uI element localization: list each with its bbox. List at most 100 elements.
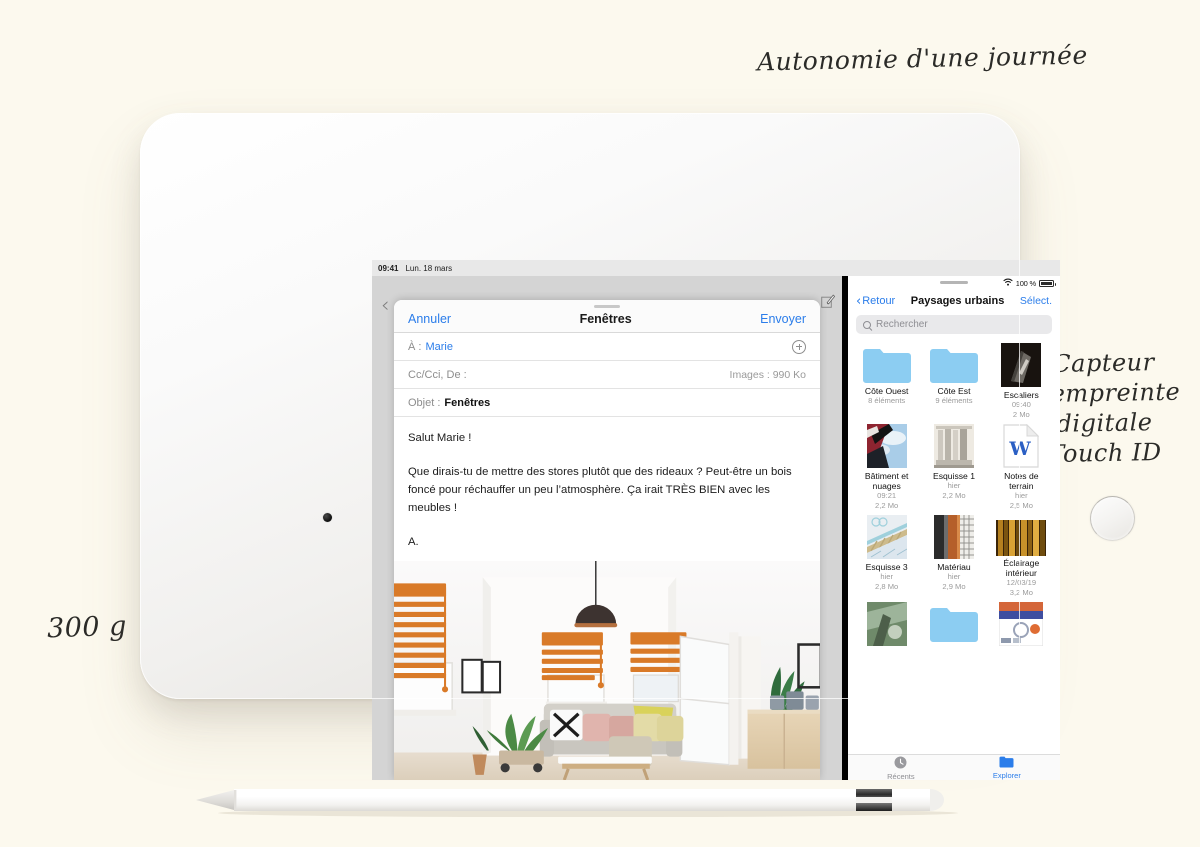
files-navbar: ‹ Retour Paysages urbains Sélect. bbox=[848, 290, 1060, 312]
to-recipient-token[interactable]: Marie bbox=[425, 341, 453, 353]
tab-recents[interactable]: Récents bbox=[887, 756, 915, 781]
select-button[interactable]: Sélect. bbox=[1020, 295, 1052, 307]
file-size: 2,2 Mo bbox=[875, 500, 899, 510]
file-name: Matériau bbox=[937, 562, 971, 572]
back-button-label: Retour bbox=[862, 295, 896, 307]
mail-body-paragraph-3: A. bbox=[408, 536, 419, 548]
folder-icon bbox=[861, 342, 913, 384]
sheet-grabber-handle[interactable] bbox=[594, 305, 620, 308]
file-meta: 12/03/19 bbox=[1006, 578, 1037, 587]
chevron-left-icon: ‹ bbox=[856, 293, 862, 309]
compose-sheet: Annuler Fenêtres Envoyer À : Marie Cc/Cc… bbox=[394, 300, 820, 780]
subject-value[interactable]: Fenêtres bbox=[444, 397, 490, 409]
mail-photo-attachment[interactable] bbox=[394, 561, 820, 780]
file-name: Bâtiment et nuages bbox=[864, 471, 909, 491]
compose-title: Fenêtres bbox=[579, 312, 632, 326]
mail-body-paragraph-1: Salut Marie ! bbox=[408, 432, 472, 444]
search-container: Rechercher bbox=[848, 312, 1060, 340]
list-item[interactable]: Escaliers 09:40 2 Mo bbox=[989, 342, 1054, 419]
file-meta: 09:21 bbox=[877, 491, 897, 500]
file-size: 2,9 Mo bbox=[942, 581, 966, 591]
cc-field-row[interactable]: Cc/Cci, De : Images : 990 Ko bbox=[394, 361, 820, 389]
list-item[interactable]: Éclairage intérieur 12/03/19 3,2 Mo bbox=[989, 514, 1054, 597]
file-meta: 09:40 bbox=[1011, 400, 1031, 409]
list-item[interactable] bbox=[854, 601, 919, 649]
file-name: Escaliers bbox=[1003, 390, 1039, 400]
list-item[interactable]: Esquisse 3 hier 2,8 Mo bbox=[854, 514, 919, 597]
attachment-size-label: Images : 990 Ko bbox=[729, 368, 806, 381]
word-document-icon: W bbox=[995, 423, 1047, 469]
list-item[interactable]: Côte Ouest 8 éléments bbox=[854, 342, 919, 419]
photo-thumbnail-stairs bbox=[995, 342, 1047, 388]
list-item[interactable]: Matériau hier 2,9 Mo bbox=[921, 514, 986, 597]
file-name: Côte Ouest bbox=[864, 386, 909, 396]
tab-recents-label: Récents bbox=[887, 771, 915, 781]
battery-percent-label: 100 % bbox=[1015, 278, 1036, 288]
list-item[interactable]: W Notes de terrain hier 2,5 Mo bbox=[989, 423, 1054, 510]
tab-browse[interactable]: Explorer bbox=[993, 756, 1021, 780]
mail-body-text[interactable]: Salut Marie ! Que dirais-tu de mettre de… bbox=[394, 417, 820, 561]
annotation-weight: 300 g bbox=[46, 610, 128, 645]
recipient-field-row[interactable]: À : Marie bbox=[394, 333, 820, 361]
photo-thumbnail-sketch3 bbox=[861, 514, 913, 560]
cancel-button[interactable]: Annuler bbox=[408, 312, 451, 326]
file-meta: hier bbox=[947, 572, 961, 581]
file-meta: hier bbox=[880, 572, 893, 581]
tab-browse-label: Explorer bbox=[992, 771, 1021, 780]
status-bar: 09:41 Lun. 18 mars bbox=[372, 260, 1060, 276]
stylus-pencil bbox=[188, 783, 980, 817]
file-meta: 9 éléments bbox=[935, 396, 973, 405]
files-app-pane: 100 % ‹ Retour Paysages urbains Sélect. … bbox=[848, 276, 1060, 780]
file-name: Côte Est bbox=[937, 386, 971, 396]
files-status-bar: 100 % bbox=[848, 276, 1060, 290]
clock-icon bbox=[894, 756, 907, 771]
folder-icon bbox=[999, 756, 1014, 770]
tablet-device: 09:41 Lun. 18 mars ‹ Annuler Fenêtres En… bbox=[140, 113, 1135, 780]
mail-app-pane: ‹ Annuler Fenêtres Envoyer À: Marie Cc/… bbox=[372, 276, 842, 780]
list-item[interactable]: Côte Est 9 éléments bbox=[921, 342, 986, 419]
wifi-icon bbox=[1003, 278, 1013, 288]
search-icon bbox=[863, 320, 871, 329]
file-size: 2,5 Mo bbox=[1009, 500, 1033, 510]
list-item[interactable] bbox=[989, 601, 1054, 649]
svg-text:W: W bbox=[1009, 438, 1032, 460]
plus-circle-icon[interactable] bbox=[792, 339, 806, 354]
mail-body-paragraph-2: Que dirais-tu de mettre des stores plutô… bbox=[408, 466, 792, 514]
tablet-screen: 09:41 Lun. 18 mars ‹ Annuler Fenêtres En… bbox=[372, 260, 1060, 780]
search-input[interactable]: Rechercher bbox=[856, 315, 1052, 334]
annotation-battery-life: Autonomie d'une journée bbox=[756, 40, 1088, 77]
mail-back-chevron-icon[interactable]: ‹ bbox=[381, 295, 389, 316]
send-button[interactable]: Envoyer bbox=[760, 312, 806, 326]
status-bar-date: Lun. 18 mars bbox=[405, 263, 453, 273]
photo-thumbnail-green bbox=[861, 601, 913, 647]
file-size: 2 Mo bbox=[1012, 409, 1030, 419]
back-button[interactable]: ‹ Retour bbox=[856, 295, 895, 308]
file-meta: 8 éléments bbox=[868, 396, 906, 405]
file-name: Notes de terrain bbox=[1004, 471, 1039, 491]
folder-icon bbox=[928, 601, 980, 643]
file-name: Éclairage intérieur bbox=[1003, 558, 1040, 578]
compose-icon[interactable] bbox=[821, 294, 836, 308]
file-meta: hier bbox=[1014, 491, 1028, 500]
list-item[interactable]: Bâtiment et nuages 09:21 2,2 Mo bbox=[854, 423, 919, 510]
cc-label: Cc/Cci, De : bbox=[408, 368, 467, 381]
front-camera-icon bbox=[323, 513, 332, 522]
status-bar-time: 09:41 bbox=[378, 263, 399, 273]
battery-full-icon bbox=[1039, 279, 1056, 287]
file-size: 2,8 Mo bbox=[875, 581, 899, 591]
search-placeholder: Rechercher bbox=[876, 319, 928, 330]
file-size: 3,2 Mo bbox=[1009, 587, 1033, 597]
list-item[interactable]: Esquisse 1 hier 2,2 Mo bbox=[921, 423, 986, 510]
magazine-document-icon bbox=[995, 601, 1047, 647]
files-grid: Côte Ouest 8 éléments Côte Est 9 élément… bbox=[848, 340, 1060, 780]
folder-icon bbox=[928, 342, 980, 384]
pane-grabber-handle[interactable] bbox=[940, 281, 968, 284]
photo-thumbnail-building bbox=[861, 423, 913, 469]
to-label: À : bbox=[408, 340, 422, 353]
list-item[interactable] bbox=[921, 601, 986, 649]
subject-field-row[interactable]: Objet : Fenêtres bbox=[394, 389, 820, 417]
files-tab-bar: Récents Explorer bbox=[848, 754, 1060, 780]
photo-thumbnail-sketch1 bbox=[928, 423, 980, 469]
file-name: Esquisse 3 bbox=[865, 562, 908, 572]
touch-id-home-button[interactable] bbox=[1090, 496, 1135, 541]
